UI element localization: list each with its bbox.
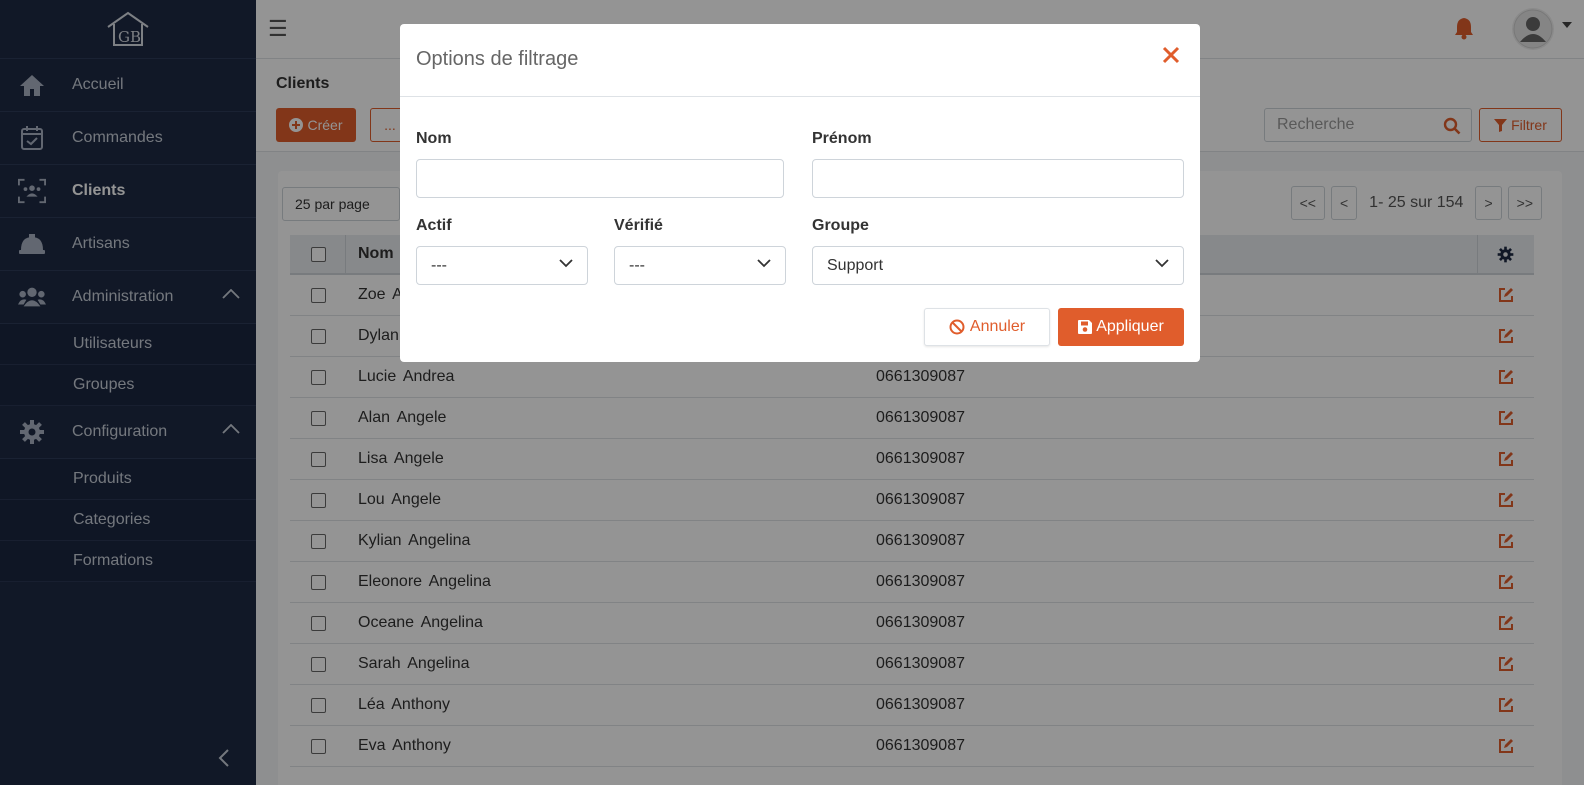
cancel-label: Annuler (969, 318, 1026, 335)
save-icon (1078, 320, 1093, 334)
nom-label: Nom (416, 130, 452, 147)
verifie-value: --- (629, 256, 645, 274)
chevron-down-icon (1155, 259, 1169, 268)
actif-select[interactable]: --- (416, 246, 588, 285)
ban-icon (949, 319, 965, 335)
actif-label: Actif (416, 217, 452, 234)
chevron-down-icon (757, 259, 771, 268)
close-icon[interactable] (1162, 46, 1180, 64)
verifie-select[interactable]: --- (614, 246, 786, 285)
apply-label: Appliquer (1096, 318, 1164, 335)
nom-input[interactable] (416, 159, 784, 198)
filter-modal: Options de filtrage Nom Prénom Actif ---… (400, 24, 1200, 362)
modal-title: Options de filtrage (416, 48, 579, 70)
groupe-value: Support (827, 256, 884, 274)
apply-button[interactable]: Appliquer (1058, 308, 1184, 346)
modal-header: Options de filtrage (400, 24, 1200, 97)
verifie-label: Vérifié (614, 217, 663, 234)
chevron-down-icon (559, 259, 573, 268)
prenom-label: Prénom (812, 130, 872, 147)
prenom-input[interactable] (812, 159, 1184, 198)
groupe-select[interactable]: Support (812, 246, 1184, 285)
actif-value: --- (431, 256, 447, 274)
cancel-button[interactable]: Annuler (924, 308, 1050, 346)
groupe-label: Groupe (812, 217, 869, 234)
